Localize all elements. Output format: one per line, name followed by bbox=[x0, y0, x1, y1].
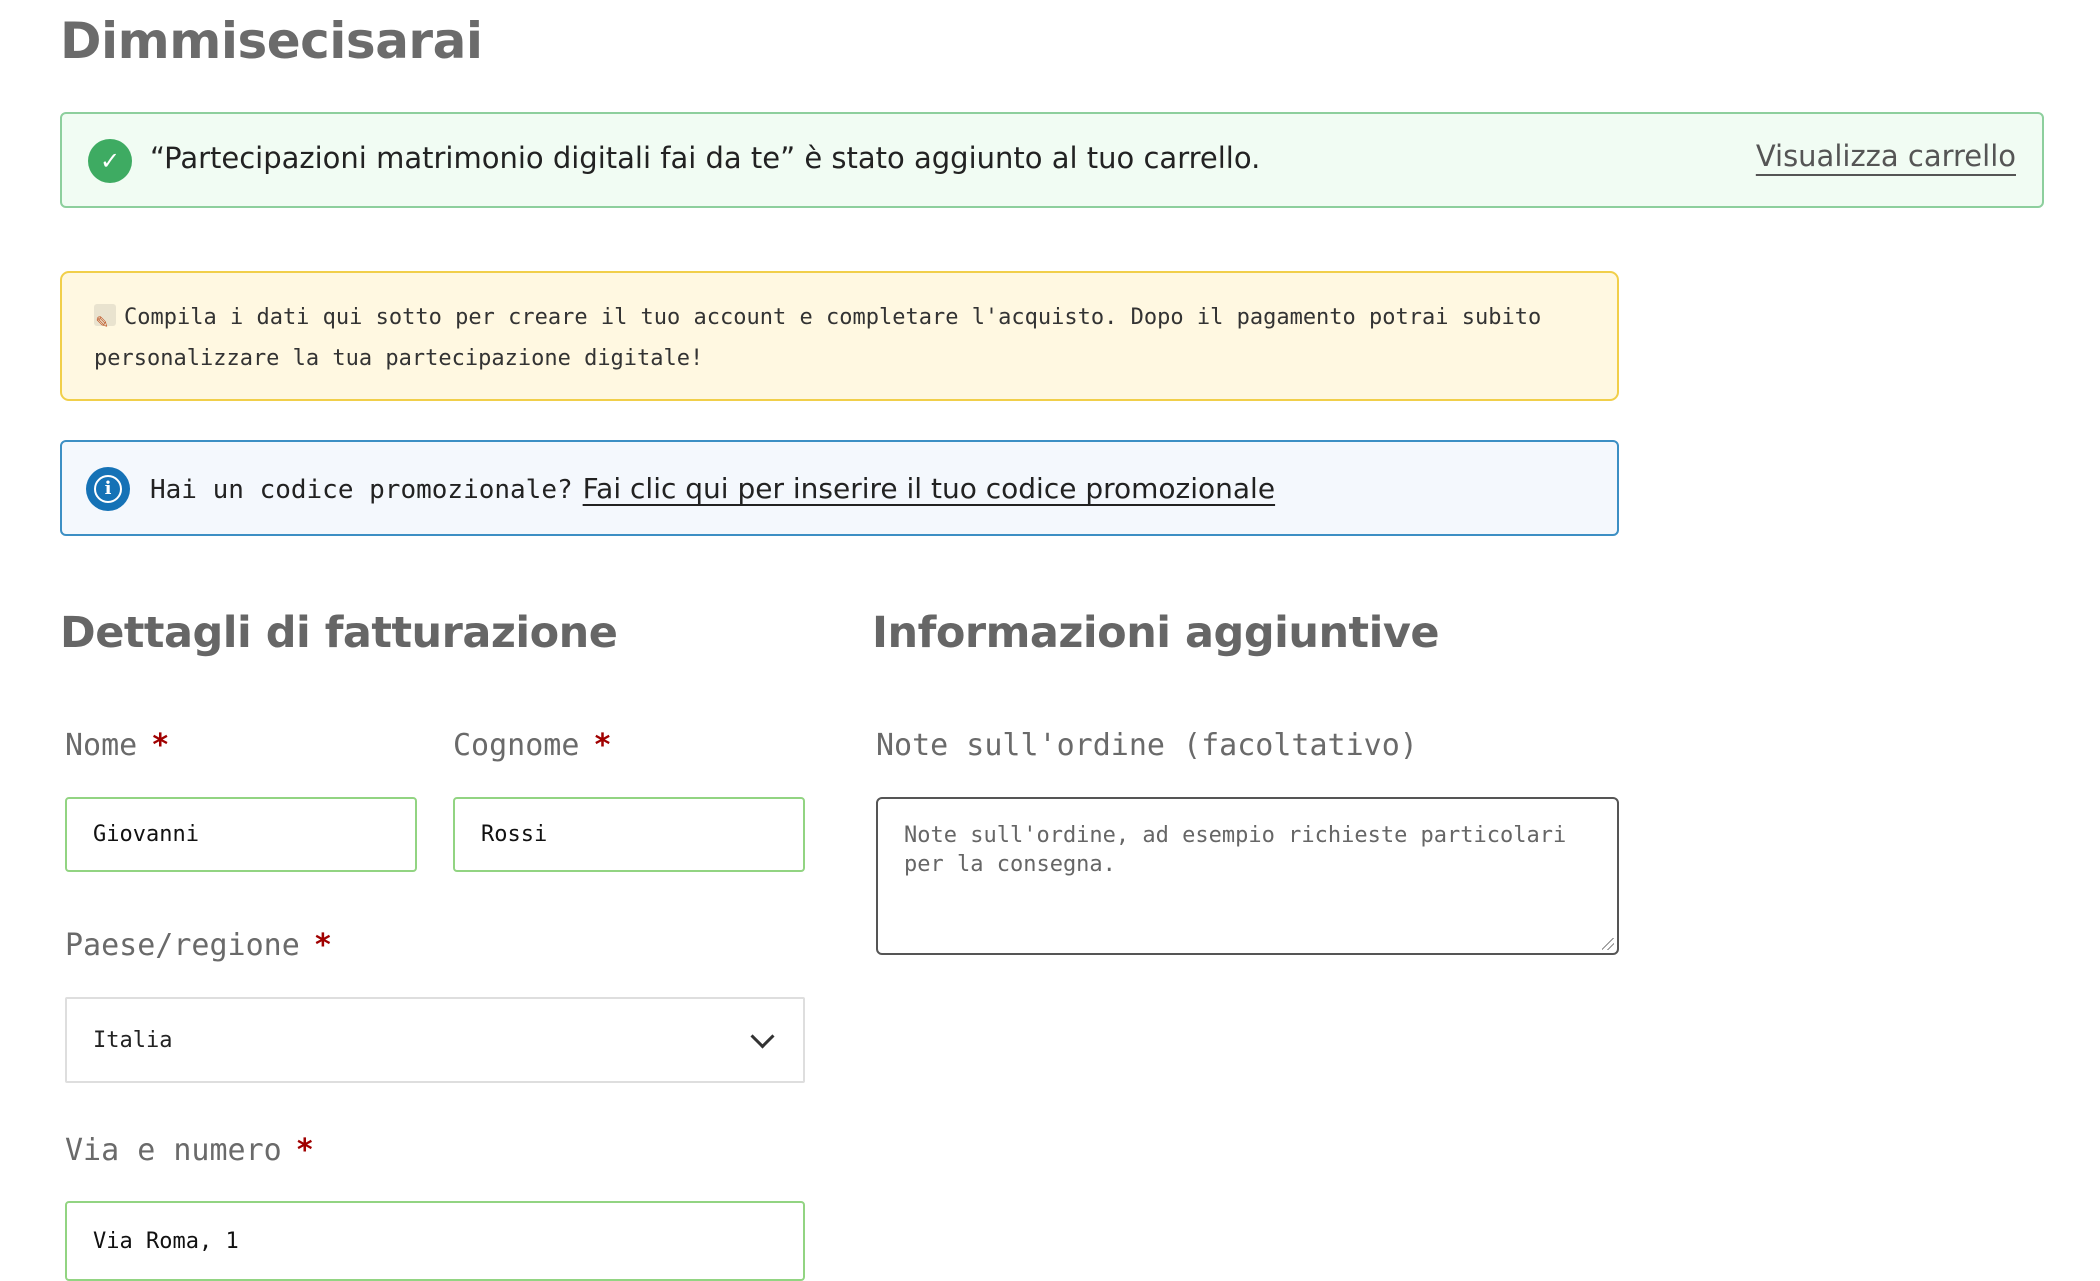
order-notes-label: Note sull'ordine (facoltativo) bbox=[876, 728, 1418, 763]
memo-pencil-icon bbox=[94, 301, 116, 342]
last-name-label: Cognome * bbox=[453, 728, 612, 763]
first-name-field[interactable]: Giovanni bbox=[65, 797, 417, 872]
account-info-text: Compila i dati qui sotto per creare il t… bbox=[94, 297, 1594, 379]
coupon-link[interactable]: Fai clic qui per inserire il tuo codice … bbox=[583, 472, 1275, 505]
country-select[interactable]: Italia bbox=[65, 997, 805, 1083]
first-name-label: Nome * bbox=[65, 728, 170, 763]
coupon-text: Hai un codice promozionale? Fai clic qui … bbox=[150, 472, 1275, 505]
view-cart-link[interactable]: Visualizza carrello bbox=[1756, 139, 2016, 173]
address-field[interactable]: Via Roma, 1 bbox=[65, 1201, 805, 1281]
required-marker: * bbox=[295, 1133, 314, 1168]
required-marker: * bbox=[313, 928, 332, 963]
country-label: Paese/regione * bbox=[65, 928, 332, 963]
account-info-message: Compila i dati qui sotto per creare il t… bbox=[94, 305, 1542, 371]
order-notes-placeholder: Note sull'ordine, ad esempio richieste p… bbox=[904, 823, 1567, 877]
country-value: Italia bbox=[93, 1027, 173, 1053]
info-circle-icon: i bbox=[86, 467, 130, 511]
account-info-notice: Compila i dati qui sotto per creare il t… bbox=[60, 271, 1619, 401]
chevron-down-icon bbox=[750, 1023, 775, 1049]
required-marker: * bbox=[151, 728, 170, 763]
page-title: Dimmisecisarai bbox=[60, 12, 483, 70]
coupon-notice: i Hai un codice promozionale? Fai clic qu… bbox=[60, 440, 1619, 536]
cart-success-notice: ✓ “Partecipazioni matrimonio digitali fa… bbox=[60, 112, 2044, 208]
success-message: “Partecipazioni matrimonio digitali fai … bbox=[150, 141, 1261, 175]
last-name-field[interactable]: Rossi bbox=[453, 797, 805, 872]
address-label: Via e numero * bbox=[65, 1133, 314, 1168]
required-marker: * bbox=[593, 728, 612, 763]
resize-grip-icon[interactable] bbox=[1602, 938, 1614, 950]
coupon-question: Hai un codice promozionale? bbox=[150, 475, 573, 505]
additional-info-title: Informazioni aggiuntive bbox=[872, 608, 1440, 658]
check-circle-icon: ✓ bbox=[88, 139, 132, 183]
order-notes-textarea[interactable]: Note sull'ordine, ad esempio richieste p… bbox=[876, 797, 1619, 955]
billing-title: Dettagli di fatturazione bbox=[60, 608, 618, 658]
